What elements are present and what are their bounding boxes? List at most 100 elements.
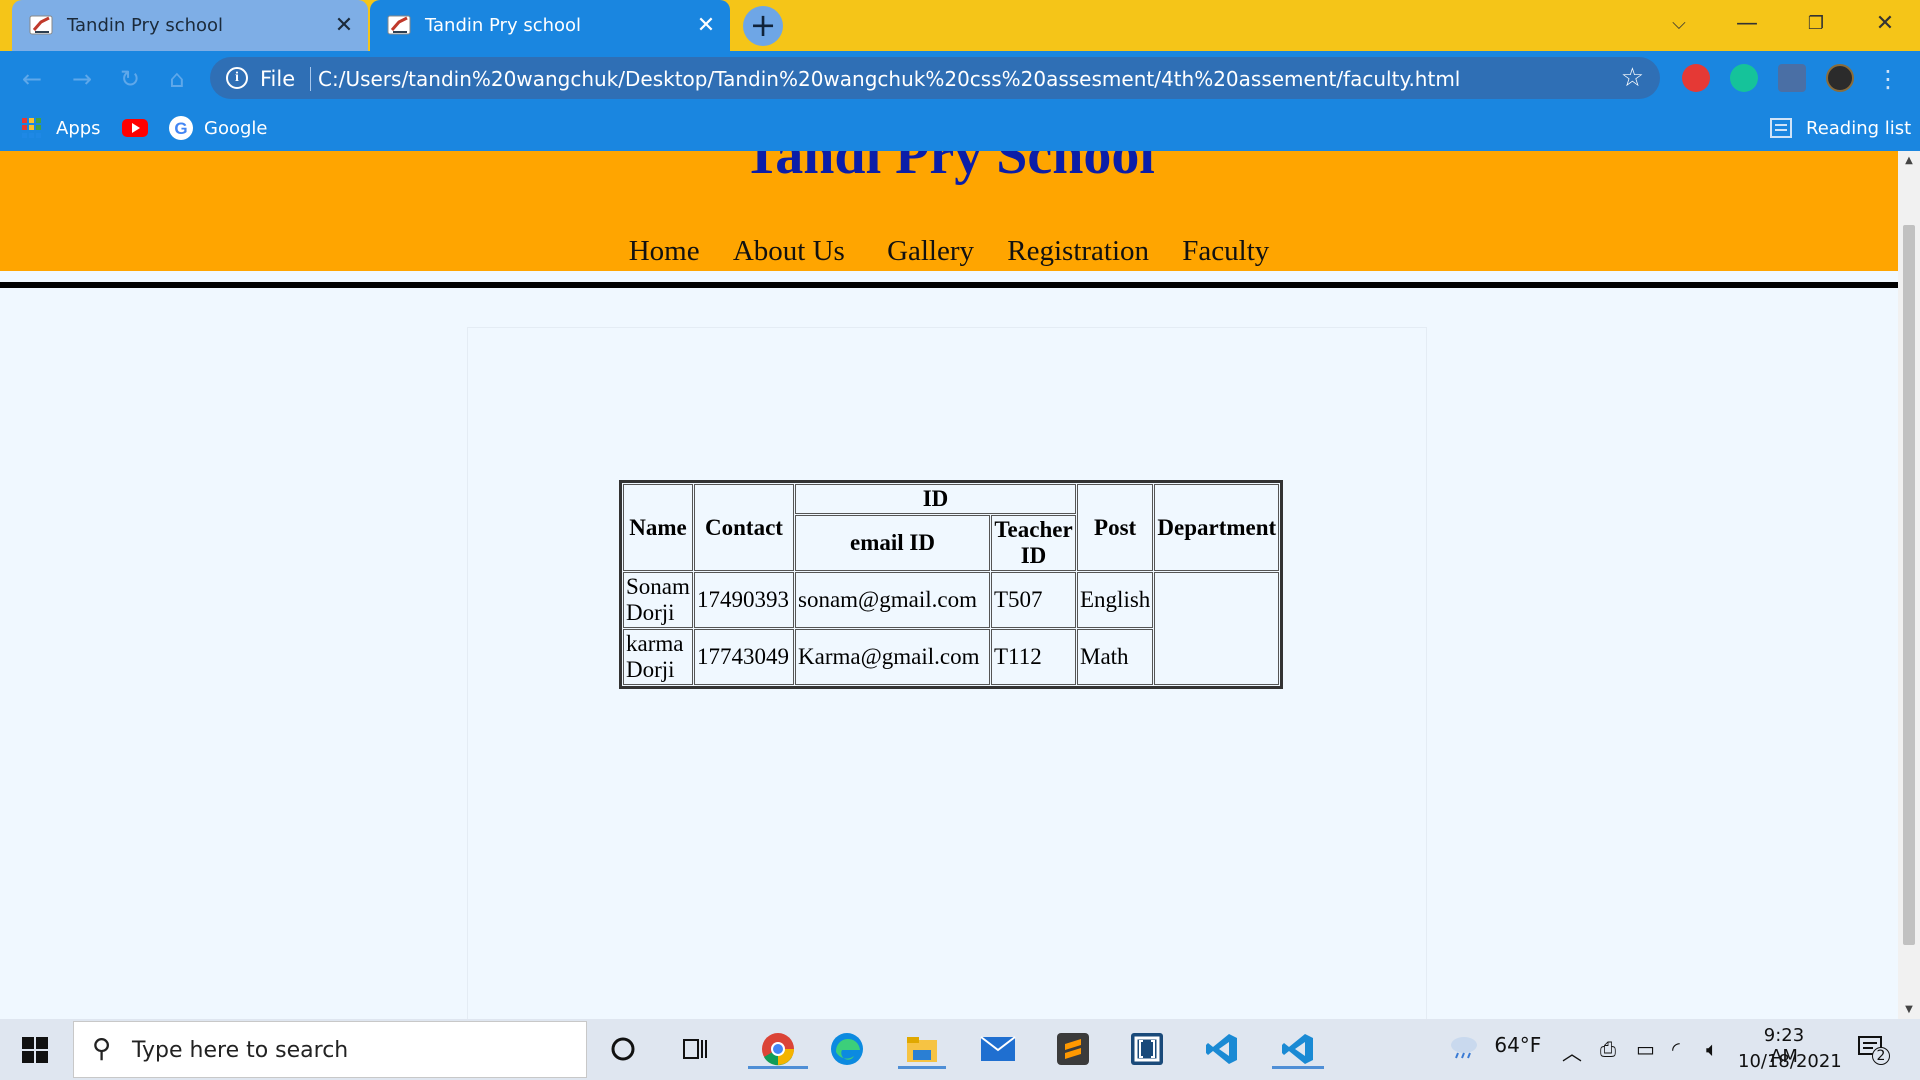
header-contact: Contact (694, 484, 794, 571)
adblock-extension-icon[interactable] (1682, 64, 1710, 92)
close-tab-icon[interactable]: ✕ (332, 13, 356, 37)
edge-icon[interactable] (825, 1029, 869, 1069)
volume-icon[interactable]: 🔈︎ (1706, 1037, 1718, 1061)
clock-date: 10/18/2021 (1738, 1051, 1842, 1072)
windows-taskbar: ⚲ Type here to search 64°F ︿ ⎙ ▭ ◜ 🔈︎ 9:… (0, 1019, 1920, 1080)
notifications-button[interactable]: 2 (1856, 1033, 1890, 1068)
url-text[interactable]: C:/Users/tandin%20wangchuk/Desktop/Tandi… (318, 67, 1460, 91)
google-icon: G (169, 116, 193, 140)
bookmark-apps[interactable]: Apps (22, 115, 101, 141)
browser-tab[interactable]: Tandin Pry school ✕ (12, 0, 368, 51)
bookmarks-bar: Apps G Google Reading list (0, 105, 1920, 151)
back-icon[interactable]: ← (18, 65, 46, 93)
site-nav: Home About Us Gallery Registration Facul… (0, 235, 1898, 268)
cortana-icon[interactable] (601, 1029, 645, 1069)
forward-icon[interactable]: → (68, 65, 96, 93)
nav-link-home[interactable]: Home (629, 235, 700, 267)
vscode-icon[interactable] (1200, 1029, 1244, 1069)
reading-list-button[interactable]: Reading list (1770, 115, 1911, 141)
apps-grid-icon (22, 118, 42, 138)
header-teacher-id-line1: Teacher (994, 517, 1073, 542)
cell-name-line2: Dorji (626, 600, 675, 625)
site-title: Tandi Pry School (743, 151, 1155, 186)
tab-strip: Tandin Pry school ✕ Tandin Pry school ✕ … (0, 0, 1920, 51)
cell-name: karma Dorji (623, 629, 693, 685)
bookmark-google[interactable]: G Google (168, 115, 267, 141)
info-icon[interactable]: i (226, 67, 248, 89)
nav-link-gallery[interactable]: Gallery (887, 235, 974, 267)
bookmark-star-icon[interactable]: ☆ (1621, 63, 1644, 93)
wifi-icon[interactable]: ◜ (1672, 1037, 1680, 1061)
browser-tab-active[interactable]: Tandin Pry school ✕ (370, 0, 730, 51)
table-header-row: Name Contact ID Post Department (623, 484, 1280, 571)
mail-icon[interactable] (976, 1029, 1020, 1069)
brackets-icon[interactable] (1125, 1029, 1169, 1069)
active-app-indicator (1272, 1066, 1324, 1069)
active-app-indicator (898, 1066, 946, 1069)
reading-list-label: Reading list (1806, 117, 1912, 139)
file-explorer-icon[interactable] (898, 1029, 946, 1069)
scrollbar-thumb[interactable] (1903, 225, 1915, 945)
menu-kebab-icon[interactable]: ⋮ (1874, 65, 1902, 93)
cell-email: sonam@gmail.com (795, 572, 990, 628)
cell-post: Math (1077, 629, 1154, 685)
meet-now-icon[interactable]: ⎙ (1600, 1037, 1616, 1061)
nav-link-registration[interactable]: Registration (1007, 235, 1149, 267)
search-icon: ⚲ (92, 1034, 112, 1064)
show-hidden-icons-chevron-icon[interactable]: ︿ (1562, 1037, 1582, 1066)
chrome-icon[interactable] (748, 1029, 808, 1069)
bookmark-youtube[interactable] (122, 115, 148, 141)
cell-name-line1: Sonam (626, 574, 690, 599)
cell-name-line1: karma (626, 631, 684, 656)
reading-list-icon (1770, 118, 1792, 138)
active-app-indicator (748, 1066, 808, 1069)
faculty-table: Name Contact ID Post Department email ID… (619, 480, 1284, 689)
battery-icon[interactable]: ▭ (1636, 1037, 1655, 1061)
svg-text:G: G (174, 119, 187, 138)
restore-icon[interactable]: ❐ (1793, 6, 1839, 42)
task-view-icon[interactable] (673, 1029, 717, 1069)
cell-name-line2: Dorji (626, 657, 675, 682)
weather-widget[interactable]: 64°F (1448, 1031, 1541, 1059)
nav-link-about-us[interactable]: About Us (733, 235, 845, 267)
divider (310, 67, 311, 91)
header-divider (0, 282, 1898, 288)
weather-temperature: 64°F (1494, 1033, 1542, 1057)
tab-search-chevron-icon[interactable]: ⌵ (1656, 6, 1702, 42)
page-scrollbar[interactable]: ▲ ▼ (1898, 151, 1920, 1019)
address-bar[interactable]: i File C:/Users/tandin%20wangchuk/Deskto… (210, 57, 1660, 99)
cell-contact: 17490393 (694, 572, 794, 628)
scroll-down-arrow-icon[interactable]: ▼ (1898, 1004, 1920, 1015)
vscode-icon[interactable] (1272, 1029, 1324, 1069)
minimize-icon[interactable]: — (1724, 6, 1770, 42)
search-placeholder: Type here to search (132, 1038, 349, 1063)
header-email-id: email ID (795, 515, 990, 571)
cell-email: Karma@gmail.com (795, 629, 990, 685)
close-window-icon[interactable]: ✕ (1862, 6, 1908, 42)
header-id: ID (795, 484, 1076, 514)
tab-title: Tandin Pry school (67, 15, 224, 36)
close-tab-icon[interactable]: ✕ (694, 13, 718, 37)
grammarly-extension-icon[interactable] (1730, 64, 1758, 92)
windows-start-icon[interactable] (14, 1033, 54, 1069)
taskbar-search[interactable]: ⚲ Type here to search (73, 1021, 587, 1078)
cell-name: Sonam Dorji (623, 572, 693, 628)
page-favicon-icon (29, 14, 55, 38)
bookmark-label: Apps (56, 117, 101, 139)
header-teacher-id-line2: ID (1020, 543, 1047, 568)
header-teacher-id: Teacher ID (991, 515, 1076, 571)
new-tab-button[interactable]: + (743, 6, 783, 46)
sublime-text-icon[interactable] (1051, 1029, 1095, 1069)
cell-teacher-id: T507 (991, 572, 1076, 628)
header-name: Name (623, 484, 693, 571)
youtube-icon (122, 119, 148, 137)
scheme-label: File (260, 67, 296, 91)
nav-link-faculty[interactable]: Faculty (1182, 235, 1269, 267)
extensions-puzzle-icon[interactable] (1778, 64, 1806, 92)
scroll-up-arrow-icon[interactable]: ▲ (1898, 155, 1920, 166)
cell-department (1154, 572, 1280, 685)
home-icon[interactable]: ⌂ (163, 65, 191, 93)
weather-cloud-icon (1451, 1037, 1477, 1059)
reload-icon[interactable]: ↻ (116, 65, 144, 93)
profile-avatar[interactable] (1826, 64, 1854, 92)
